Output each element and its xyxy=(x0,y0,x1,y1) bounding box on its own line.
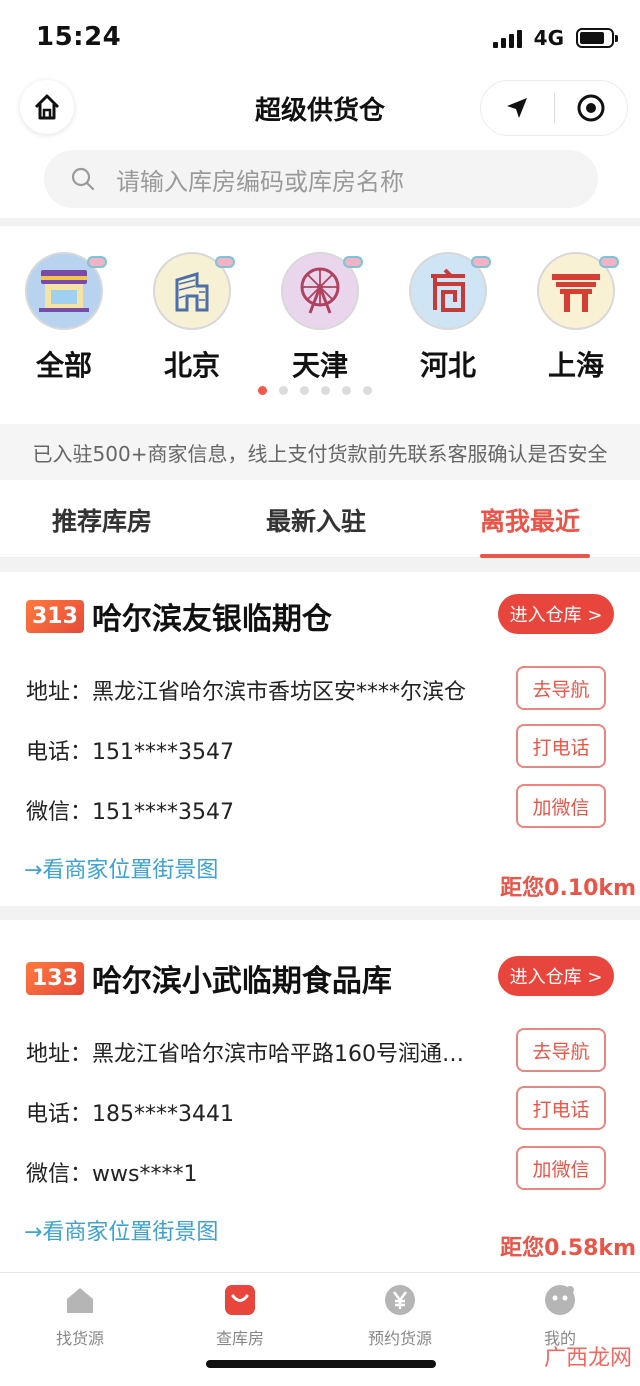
tabbar-item-reserve[interactable]: 预约货源 xyxy=(340,1283,460,1349)
city-item-hebei[interactable]: 河北 xyxy=(398,252,498,384)
search-input[interactable]: 请输入库房编码或库房名称 xyxy=(44,150,598,208)
warehouse-header: 313 哈尔滨友银临期仓 xyxy=(26,594,332,638)
watermark: 广西龙网 xyxy=(543,1346,632,1371)
city-item-shanghai[interactable]: 上海 xyxy=(526,252,626,384)
tab-newest[interactable]: 最新入驻 xyxy=(266,502,366,538)
tab-recommended[interactable]: 推荐库房 xyxy=(52,502,152,538)
city-carousel[interactable]: 全部 北京 天津 河北 上海 xyxy=(0,252,640,382)
warehouse-name: 哈尔滨友银临期仓 xyxy=(91,602,332,637)
network-type: 4G xyxy=(533,26,564,50)
city-label: 全部 xyxy=(35,349,92,382)
pagination-dot[interactable] xyxy=(279,386,288,395)
warehouse-name: 哈尔滨小武临期食品库 xyxy=(91,964,392,999)
warehouse-code-badge: 133 xyxy=(26,961,84,995)
pagination-dot[interactable] xyxy=(300,386,309,395)
warehouse-code-badge: 313 xyxy=(26,599,84,633)
ferris-wheel-icon xyxy=(281,252,363,330)
navigate-button[interactable]: 去导航 xyxy=(516,666,606,710)
profile-icon xyxy=(543,1283,577,1317)
warehouse-wechat: 微信：151****3547 xyxy=(26,800,234,825)
battery-icon xyxy=(576,28,618,48)
distance-label: 距您0.58km xyxy=(500,1236,636,1261)
warehouse-wechat: 微信：wws****1 xyxy=(26,1162,198,1187)
search-icon xyxy=(71,167,95,191)
street-view-link[interactable]: →看商家位置街景图 xyxy=(24,1214,218,1246)
pagination-dot[interactable] xyxy=(363,386,372,395)
hebei-emblem-icon xyxy=(409,252,491,330)
section-divider xyxy=(0,558,640,572)
city-label: 北京 xyxy=(163,349,220,382)
home-indicator[interactable] xyxy=(206,1360,436,1368)
tabbar-label: 找货源 xyxy=(55,1329,104,1348)
shop-icon xyxy=(25,252,107,330)
nav-bar: 超级供货仓 xyxy=(0,78,640,140)
search-placeholder: 请输入库房编码或库房名称 xyxy=(116,167,404,196)
city-item-beijing[interactable]: 北京 xyxy=(142,252,242,384)
signal-icon xyxy=(492,28,522,48)
city-label: 河北 xyxy=(419,349,476,382)
section-divider xyxy=(0,218,640,226)
tabbar-label: 预约货源 xyxy=(367,1329,432,1348)
call-button[interactable]: 打电话 xyxy=(516,1086,606,1130)
pagination-dot[interactable] xyxy=(321,386,330,395)
city-item-tianjin[interactable]: 天津 xyxy=(270,252,370,384)
city-item-all[interactable]: 全部 xyxy=(14,252,114,384)
cctv-tower-icon xyxy=(153,252,235,330)
add-wechat-button[interactable]: 加微信 xyxy=(516,784,606,828)
close-miniapp-button[interactable] xyxy=(555,81,628,135)
distance-label: 距您0.10km xyxy=(500,876,636,901)
tabbar-label: 查库房 xyxy=(215,1329,264,1348)
tabbar-item-warehouses[interactable]: 查库房 xyxy=(180,1283,300,1349)
enter-warehouse-button[interactable]: 进入仓库 > xyxy=(498,594,614,634)
location-button[interactable] xyxy=(481,81,554,135)
pagination-dot[interactable] xyxy=(342,386,351,395)
warehouse-address: 地址：黑龙江省哈尔滨市香坊区安****尔滨仓 xyxy=(26,680,467,705)
status-bar: 15:24 4G xyxy=(0,0,640,78)
warehouse-card: 313 哈尔滨友银临期仓 进入仓库 > 地址：黑龙江省哈尔滨市香坊区安****尔… xyxy=(0,572,640,902)
notice-banner: 已入驻500+商家信息，线上支付货款前先联系客服确认是否安全 xyxy=(0,424,640,480)
street-view-link[interactable]: →看商家位置街景图 xyxy=(24,852,218,884)
miniapp-capsule xyxy=(480,80,628,136)
bag-icon xyxy=(223,1283,257,1317)
pagination-dot-active[interactable] xyxy=(258,386,267,395)
city-label: 天津 xyxy=(291,349,348,382)
call-button[interactable]: 打电话 xyxy=(516,724,606,768)
location-arrow-icon xyxy=(507,98,528,118)
section-divider xyxy=(0,906,640,920)
add-wechat-button[interactable]: 加微信 xyxy=(516,1146,606,1190)
warehouse-phone: 电话：185****3441 xyxy=(26,1102,234,1127)
warehouse-address: 地址：黑龙江省哈尔滨市哈平路160号润通… xyxy=(26,1042,464,1067)
china-pavilion-icon xyxy=(537,252,619,330)
tabbar-item-find-goods[interactable]: 找货源 xyxy=(20,1283,140,1349)
navigate-button[interactable]: 去导航 xyxy=(516,1028,606,1072)
warehouse-card: 133 哈尔滨小武临期食品库 进入仓库 > 地址：黑龙江省哈尔滨市哈平路160号… xyxy=(0,934,640,1264)
warehouse-phone: 电话：151****3547 xyxy=(26,740,234,765)
target-icon xyxy=(577,94,605,122)
status-time: 15:24 xyxy=(36,22,122,52)
warehouse-header: 133 哈尔滨小武临期食品库 xyxy=(26,956,392,1000)
home-icon xyxy=(63,1283,97,1317)
status-indicators: 4G xyxy=(492,26,618,50)
tab-bar-filter: 推荐库房 最新入驻 离我最近 xyxy=(0,480,640,558)
carousel-pagination xyxy=(258,386,372,395)
city-label: 上海 xyxy=(547,349,604,382)
tab-nearest[interactable]: 离我最近 xyxy=(480,502,580,538)
yen-icon xyxy=(383,1283,417,1317)
enter-warehouse-button[interactable]: 进入仓库 > xyxy=(498,956,614,996)
